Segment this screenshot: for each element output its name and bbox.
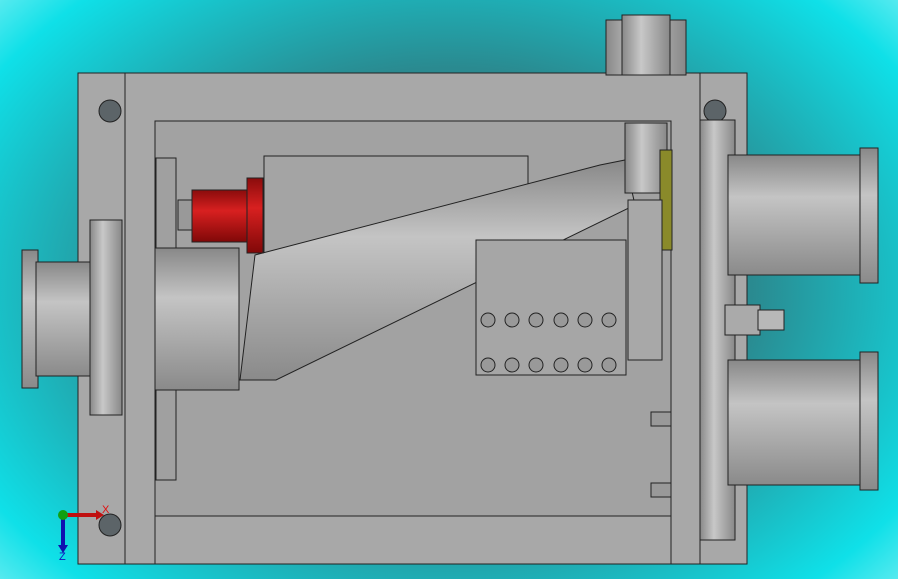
cad-viewport[interactable]: X Z	[0, 0, 898, 579]
mounting-hole	[703, 99, 727, 123]
top-bracket	[605, 14, 687, 76]
x-axis-label: X	[102, 504, 110, 516]
y-axis-dot	[58, 510, 68, 520]
right-flange-pipes	[699, 119, 879, 541]
mounting-hole	[98, 513, 122, 537]
mounting-hole	[98, 99, 122, 123]
z-axis-label: Z	[59, 551, 66, 563]
